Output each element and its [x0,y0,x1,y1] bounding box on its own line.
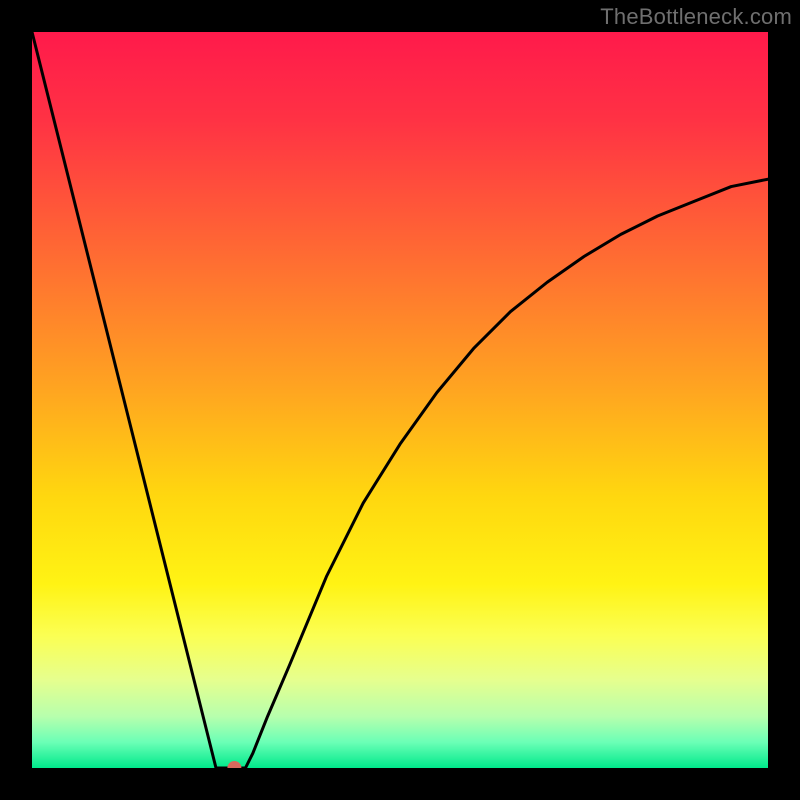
plot-area [32,32,768,768]
chart-frame: TheBottleneck.com [0,0,800,800]
watermark-text: TheBottleneck.com [600,4,792,30]
bottleneck-curve [32,32,768,768]
